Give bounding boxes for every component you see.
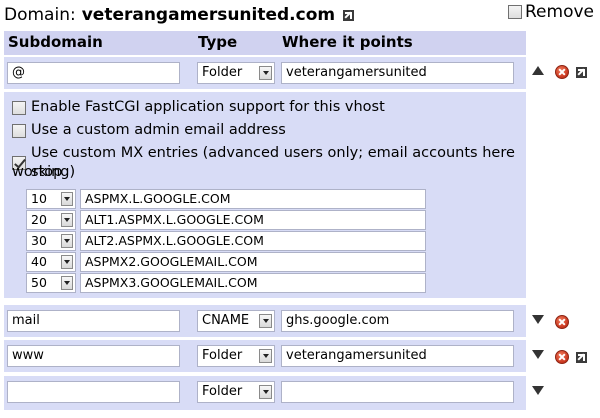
record-row: mail CNAME ghs.google.com [4, 305, 596, 337]
mx-priority-value: 20 [31, 212, 47, 227]
column-header-row: Subdomain Type Where it points [4, 31, 526, 55]
mx-host-input[interactable]: ALT2.ASPMX.L.GOOGLE.COM [80, 231, 426, 251]
external-link-icon[interactable] [576, 352, 587, 363]
custom-mx-option[interactable]: Use custom MX entries (advanced users on… [12, 144, 526, 182]
subdomain-input[interactable]: mail [7, 310, 180, 332]
move-up-icon[interactable] [532, 66, 544, 75]
chevron-down-icon [61, 192, 73, 206]
delete-icon[interactable] [555, 65, 569, 79]
move-down-icon[interactable] [532, 315, 544, 324]
move-down-icon[interactable] [532, 350, 544, 359]
mx-priority-value: 50 [31, 275, 47, 290]
mx-priority-value: 40 [31, 254, 47, 269]
mx-host-input[interactable]: ASPMX.L.GOOGLE.COM [80, 189, 426, 209]
external-link-icon[interactable] [576, 67, 587, 78]
chevron-down-icon [61, 234, 73, 248]
mx-host-input[interactable]: ASPMX3.GOOGLEMAIL.COM [80, 273, 426, 293]
mx-priority-select[interactable]: 30 [26, 231, 76, 251]
type-select[interactable]: Folder [197, 62, 275, 84]
chevron-down-icon [259, 385, 272, 399]
custom-mx-label-cont: working) [12, 164, 76, 180]
chevron-down-icon [259, 314, 272, 328]
type-select[interactable]: Folder [197, 381, 275, 403]
record-row: Folder [4, 376, 596, 410]
admin-email-option[interactable]: Use a custom admin email address [12, 121, 286, 140]
mx-priority-select[interactable]: 50 [26, 273, 76, 293]
remove-checkbox[interactable] [508, 5, 522, 19]
delete-icon[interactable] [555, 315, 569, 329]
type-select[interactable]: CNAME [197, 310, 275, 332]
fastcgi-option[interactable]: Enable FastCGI application support for t… [12, 98, 385, 117]
type-select-value: Folder [202, 65, 243, 80]
target-input[interactable]: ghs.google.com [281, 310, 514, 332]
type-select[interactable]: Folder [197, 345, 275, 367]
type-select-value: CNAME [202, 313, 250, 328]
fastcgi-label: Enable FastCGI application support for t… [31, 99, 385, 115]
fastcgi-checkbox[interactable] [12, 100, 26, 115]
subdomain-input[interactable] [7, 381, 180, 403]
external-link-icon[interactable] [343, 9, 355, 21]
mx-priority-select[interactable]: 40 [26, 252, 76, 272]
custom-mx-label: Use custom MX entries (advanced users on… [31, 145, 515, 180]
chevron-down-icon [61, 213, 73, 227]
record-row: www Folder veterangamersunited [4, 340, 596, 372]
chevron-down-icon [259, 349, 272, 363]
admin-email-checkbox[interactable] [12, 123, 26, 138]
mx-host-input[interactable]: ASPMX2.GOOGLEMAIL.COM [80, 252, 426, 272]
target-input[interactable] [281, 381, 514, 403]
domain-name: veterangamersunited.com [81, 5, 336, 25]
mx-priority-select[interactable]: 20 [26, 210, 76, 230]
column-subdomain: Subdomain [8, 33, 103, 51]
admin-email-label: Use a custom admin email address [31, 122, 286, 138]
chevron-down-icon [61, 255, 73, 269]
subdomain-input[interactable]: www [7, 345, 180, 367]
type-select-value: Folder [202, 384, 243, 399]
type-select-value: Folder [202, 348, 243, 363]
remove-domain-toggle[interactable]: Remove [508, 2, 594, 22]
subdomain-input[interactable]: @ [7, 62, 180, 84]
mx-priority-value: 30 [31, 233, 47, 248]
target-input[interactable]: veterangamersunited [281, 345, 514, 367]
record-row: @ Folder veterangamersunited [4, 57, 596, 89]
mx-priority-select[interactable]: 10 [26, 189, 76, 209]
mx-priority-value: 10 [31, 191, 47, 206]
remove-label: Remove [525, 2, 594, 22]
target-input[interactable]: veterangamersunited [281, 62, 514, 84]
domain-label: Domain: [4, 5, 76, 25]
mx-host-input[interactable]: ALT1.ASPMX.L.GOOGLE.COM [80, 210, 426, 230]
chevron-down-icon [259, 66, 272, 80]
column-type: Type [198, 33, 238, 51]
move-down-icon[interactable] [532, 386, 544, 395]
delete-icon[interactable] [555, 350, 569, 364]
column-target: Where it points [282, 33, 413, 51]
vhost-options-panel: Enable FastCGI application support for t… [4, 92, 526, 298]
chevron-down-icon [61, 276, 73, 290]
